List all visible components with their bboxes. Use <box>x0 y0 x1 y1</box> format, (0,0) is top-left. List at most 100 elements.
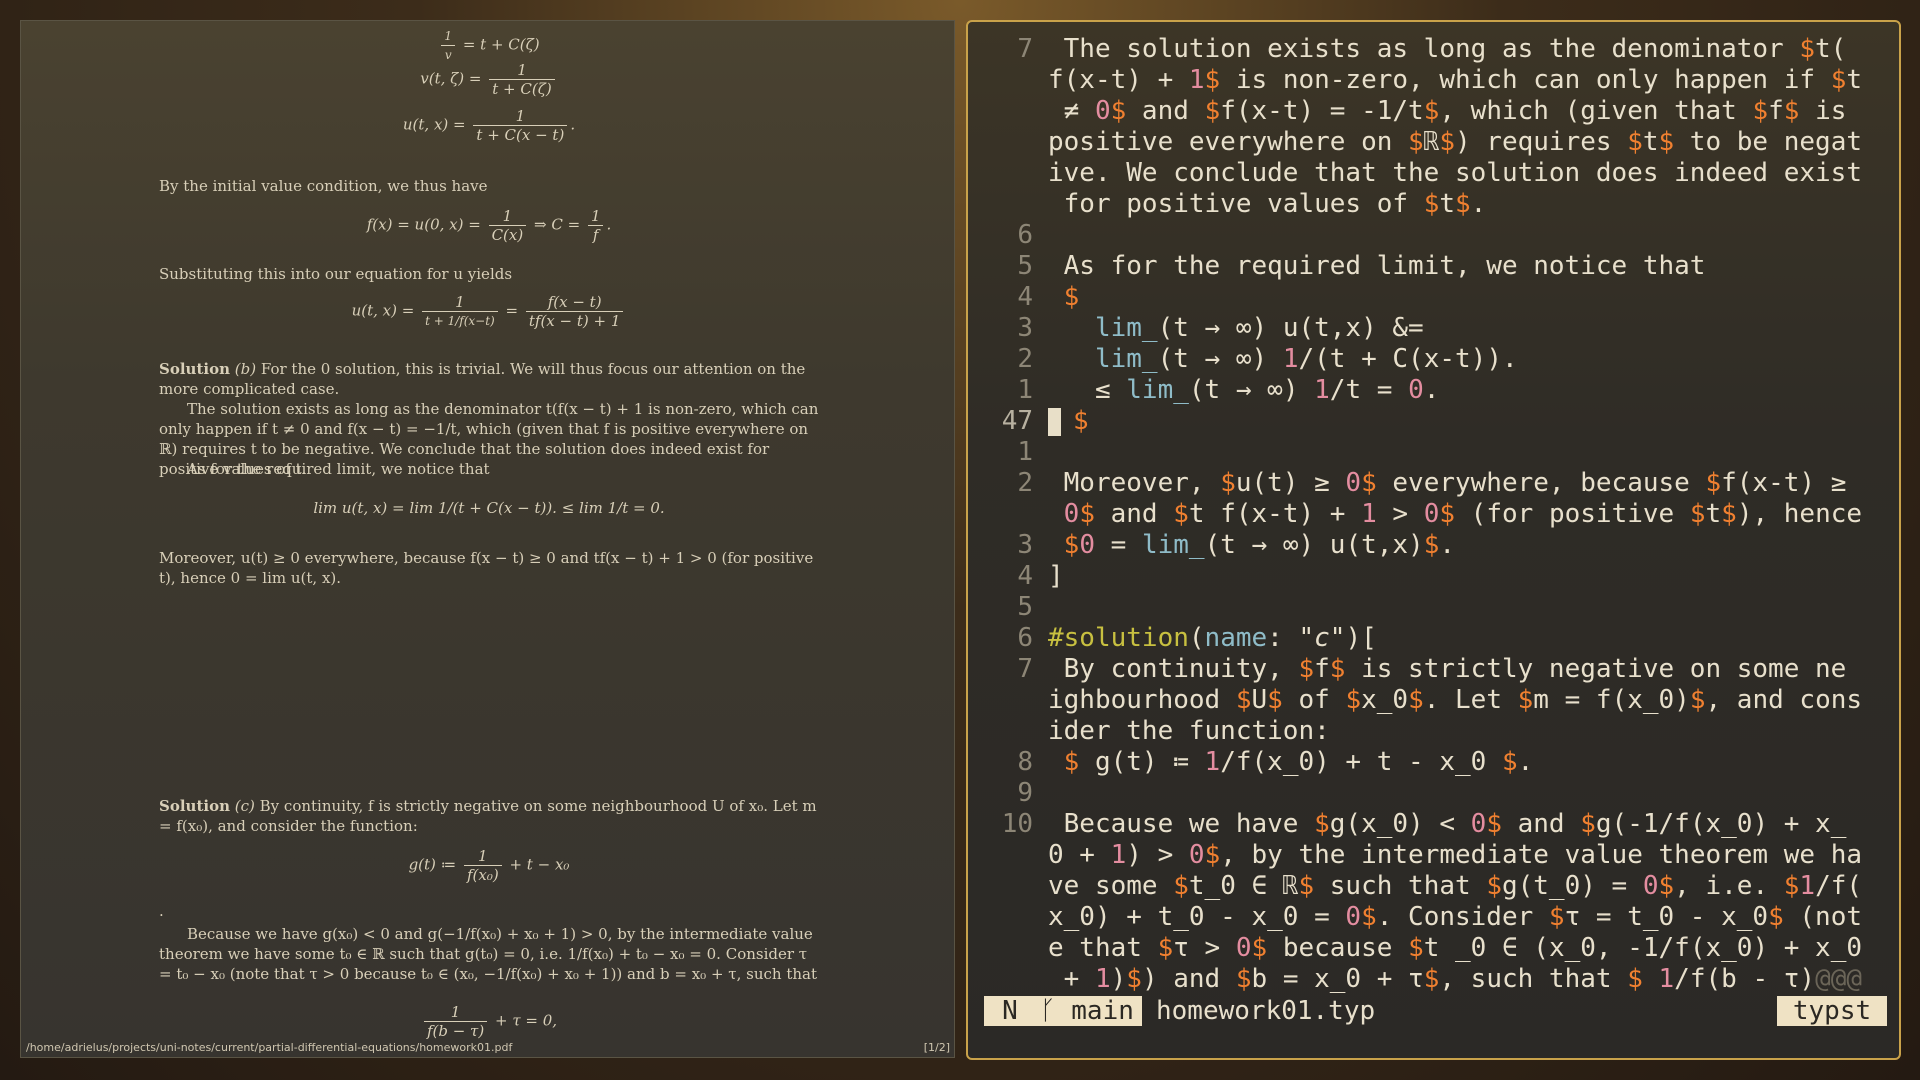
editor-line[interactable]: 8 $ g(t) ≔ 1/f(x_0) + t - x_0 $. <box>968 747 1899 778</box>
line-text: 0$ and $t f(x-t) + 1 > 0$ (for positive … <box>1048 499 1862 529</box>
line-text: The solution exists as long as the denom… <box>1048 34 1847 64</box>
code-token: Moreover, <box>1048 468 1221 498</box>
code-token: $ <box>1768 902 1784 932</box>
equation-3: u(t, x) = 1t + C(x − t). <box>402 107 576 144</box>
editor-line[interactable]: 4 $ <box>968 282 1899 313</box>
editor-line[interactable]: 47 $ <box>968 406 1899 437</box>
code-token: lim_ <box>1141 530 1205 560</box>
code-token: $ <box>1501 747 1518 777</box>
editor-line[interactable]: 0 + 1) > 0$, by the intermediate value t… <box>968 840 1899 871</box>
code-token: g(t) ≔ <box>1079 747 1205 777</box>
editor-line[interactable]: 3 $0 = lim_(t → ∞) u(t,x)$. <box>968 530 1899 561</box>
editor-line[interactable]: ive. We conclude that the solution does … <box>968 158 1899 189</box>
line-text: lim_(t → ∞) 1/(t + C(x-t)). <box>1048 344 1518 374</box>
editor-line[interactable]: x_0) + t_0 - x_0 = 0$. Consider $τ = t_0… <box>968 902 1899 933</box>
substitute-text: Substituting this into our equation for … <box>159 265 513 283</box>
editor-line[interactable]: ≠ 0$ and $f(x-t) = -1/t$, which (given t… <box>968 96 1899 127</box>
editor-line[interactable]: 1 ≤ lim_(t → ∞) 1/t = 0. <box>968 375 1899 406</box>
editor-line[interactable]: 7 By continuity, $f$ is strictly negativ… <box>968 654 1899 685</box>
code-token: $ <box>1204 65 1221 95</box>
editor-pane[interactable]: 7 The solution exists as long as the den… <box>966 20 1901 1060</box>
editor-line[interactable]: 6 <box>968 220 1899 251</box>
code-token: $ <box>1689 685 1706 715</box>
editor-line[interactable]: 6 #solution(name: "c")[ <box>968 623 1899 654</box>
code-token: 1 <box>1188 65 1205 95</box>
git-branch-icon: ᚴ <box>1040 996 1056 1026</box>
code-token: . <box>1439 530 1456 560</box>
line-text: By continuity, $f$ is strictly negative … <box>1048 654 1847 684</box>
editor-line[interactable]: ve some $t_0 ∈ ℝ$ such that $g(t_0) = 0$… <box>968 871 1899 902</box>
code-token: is strictly negative on some ne <box>1345 654 1847 684</box>
editor-line[interactable]: 2 Moreover, $u(t) ≥ 0$ everywhere, becau… <box>968 468 1899 499</box>
editor-line[interactable]: 10 Because we have $g(x_0) < 0$ and $g(-… <box>968 809 1899 840</box>
code-token: (for positive <box>1455 499 1690 529</box>
editor-line[interactable]: 0$ and $t f(x-t) + 1 > 0$ (for positive … <box>968 499 1899 530</box>
line-text: ] <box>1048 561 1064 591</box>
line-text: Moreover, $u(t) ≥ 0$ everywhere, because… <box>1048 468 1847 498</box>
editor-line[interactable]: 1 <box>968 437 1899 468</box>
editor-line[interactable]: + 1)$) and $b = x_0 + τ$, such that $ 1/… <box>968 964 1899 995</box>
code-token: t <box>1705 499 1722 529</box>
line-text: ve some $t_0 ∈ ℝ$ such that $g(t_0) = 0$… <box>1048 871 1862 901</box>
mode-indicator: N <box>984 996 1036 1026</box>
editor-line[interactable]: 5 <box>968 592 1899 623</box>
code-token: positive everywhere on <box>1048 127 1409 157</box>
code-token: "c" <box>1298 623 1346 653</box>
code-token: $ <box>1361 902 1377 932</box>
editor-line[interactable]: f(x-t) + 1$ is non-zero, which can only … <box>968 65 1899 96</box>
line-text: Because we have $g(x_0) < 0$ and $g(-1/f… <box>1048 809 1847 839</box>
code-token: and <box>1094 499 1174 529</box>
code-token: $ <box>1220 468 1236 498</box>
editor-line[interactable]: 9 <box>968 778 1899 809</box>
code-token: 0 <box>1063 499 1080 529</box>
pdf-viewer[interactable]: 1v = t + C(ζ) v(t, ζ) = 1t + C(ζ) u(t, x… <box>20 20 955 1058</box>
line-text: lim_(t → ∞) u(t,x) &= <box>1048 313 1424 343</box>
code-token: t _0 ∈ (x_0, -1/f(x_0) + x_0 <box>1423 933 1863 963</box>
editor-line[interactable]: 5 As for the required limit, we notice t… <box>968 251 1899 282</box>
code-token: g(t_0) = <box>1501 871 1643 901</box>
because-text: Because we have g(x₀) < 0 and g(−1/f(x₀)… <box>159 925 817 983</box>
code-token: name <box>1204 623 1268 653</box>
editor-line[interactable]: e that $τ > 0$ because $t _0 ∈ (x_0, -1/… <box>968 933 1899 964</box>
editor-line[interactable]: ider the function: <box>968 716 1899 747</box>
code-token: ighbourhood <box>1048 685 1236 715</box>
editor-line[interactable]: positive everywhere on $ℝ$) requires $t$… <box>968 127 1899 158</box>
line-text: $ g(t) ≔ 1/f(x_0) + t - x_0 $. <box>1048 747 1534 777</box>
editor-line[interactable]: 2 lim_(t → ∞) 1/(t + C(x-t)). <box>968 344 1899 375</box>
code-token: $ <box>1689 499 1706 529</box>
line-text: $ <box>1048 406 1089 436</box>
editor-line[interactable]: 4] <box>968 561 1899 592</box>
code-token: $ <box>1267 685 1283 715</box>
code-token: $ <box>1110 96 1127 126</box>
code-token: f(x-t) ≥ <box>1721 468 1847 498</box>
code-token: $ <box>1361 468 1377 498</box>
code-token: 0 <box>1423 499 1440 529</box>
code-token: x_0) + t_0 - x_0 = <box>1048 902 1346 932</box>
code-token: t_0 ∈ ℝ <box>1188 871 1299 901</box>
line-text: positive everywhere on $ℝ$) requires $t$… <box>1048 127 1862 157</box>
line-number: 9 <box>1017 778 1033 808</box>
code-token: (not <box>1783 902 1863 932</box>
editor-line[interactable]: 3 lim_(t → ∞) u(t,x) &= <box>968 313 1899 344</box>
line-text: x_0) + t_0 - x_0 = 0$. Consider $τ = t_0… <box>1048 902 1862 932</box>
code-token: $ <box>1486 809 1502 839</box>
code-token: $ <box>1455 189 1471 219</box>
code-token: 0 <box>1345 902 1362 932</box>
code-token: f(x-t) + <box>1048 65 1189 95</box>
code-token: $ <box>1486 871 1502 901</box>
code-token: $ <box>1830 65 1847 95</box>
code-token: 0 <box>1470 809 1487 839</box>
editor-line[interactable]: ighbourhood $U$ of $x_0$. Let $m = f(x_0… <box>968 685 1899 716</box>
editor-line[interactable]: 7 The solution exists as long as the den… <box>968 34 1899 65</box>
solution-b: Solution (b) For the 0 solution, this is… <box>159 360 806 398</box>
equation-5: u(t, x) = 1t + 1/f(x−t) = f(x − t) tf(x −… <box>159 293 819 330</box>
code-token: $ <box>1580 809 1596 839</box>
code-token: everywhere, because <box>1376 468 1706 498</box>
editor-line[interactable]: for positive values of $t$. <box>968 189 1899 220</box>
line-text: ider the function: <box>1048 716 1330 746</box>
line-number: 2 <box>1017 344 1033 374</box>
line-number: 1 <box>1017 375 1033 405</box>
